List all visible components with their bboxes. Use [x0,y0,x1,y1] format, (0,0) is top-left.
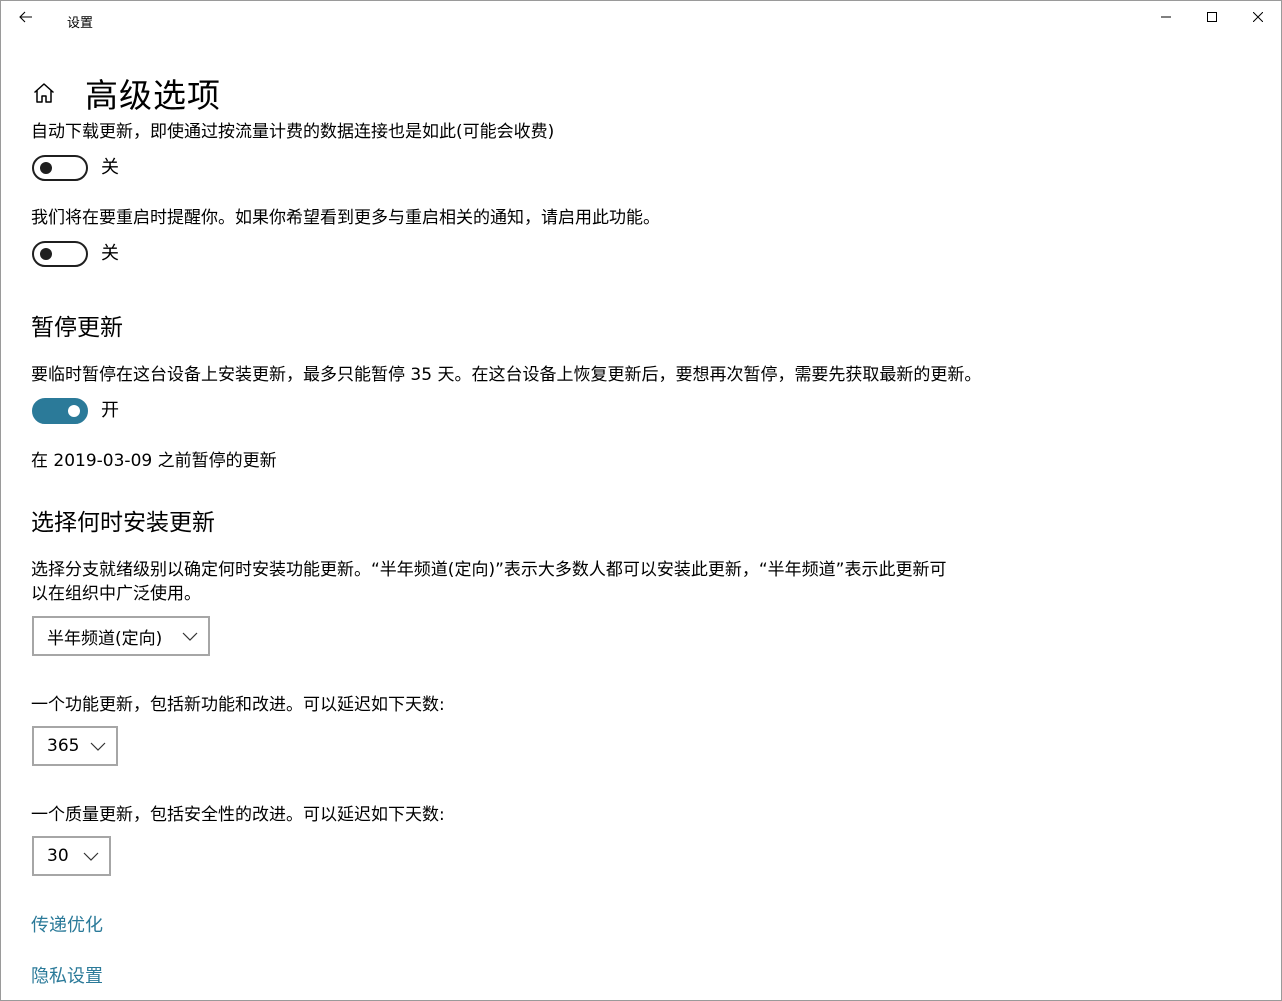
pause-status-text: 在 2019-03-09 之前暂停的更新 [31,451,277,471]
pause-updates-state: 开 [101,400,119,421]
choose-install-heading: 选择何时安装更新 [31,510,215,536]
branch-description-line2: 以在组织中广泛使用。 [31,584,201,604]
metered-download-state: 关 [101,157,119,178]
toggle-knob [40,162,52,174]
minimize-button[interactable] [1143,1,1189,33]
chevron-down-icon [83,852,99,861]
window-title: 设置 [67,16,94,31]
delivery-optimization-link[interactable]: 传递优化 [31,911,103,937]
restart-notify-label: 我们将在要重启时提醒你。如果你希望看到更多与重启相关的通知，请启用此功能。 [31,208,660,228]
branch-readiness-value: 半年频道(定向) [47,628,163,649]
quality-defer-value: 30 [47,846,69,866]
quality-update-label: 一个质量更新，包括安全性的改进。可以延迟如下天数: [31,805,445,825]
privacy-settings-link[interactable]: 隐私设置 [31,962,103,988]
home-icon[interactable] [31,80,57,106]
feature-update-label: 一个功能更新，包括新功能和改进。可以延迟如下天数: [31,695,445,715]
restart-notify-toggle[interactable] [32,241,88,267]
toggle-knob [40,248,52,260]
back-button[interactable] [9,3,43,31]
title-bar: 设置 [1,1,1281,33]
chevron-down-icon [90,742,106,751]
close-icon [1253,12,1263,22]
pause-updates-heading: 暂停更新 [31,315,123,341]
quality-defer-dropdown[interactable]: 30 [32,836,111,876]
close-button[interactable] [1235,1,1281,33]
feature-defer-value: 365 [47,736,80,756]
back-arrow-icon [19,11,32,23]
maximize-icon [1207,12,1217,22]
page-title: 高级选项 [85,76,221,115]
pause-updates-description: 要临时暂停在这台设备上安装更新，最多只能暂停 35 天。在这台设备上恢复更新后，… [31,365,982,385]
toggle-knob [68,405,80,417]
feature-defer-dropdown[interactable]: 365 [32,726,118,766]
branch-readiness-dropdown[interactable]: 半年频道(定向) [32,616,210,656]
maximize-button[interactable] [1189,1,1235,33]
restart-notify-state: 关 [101,243,119,264]
metered-download-label: 自动下载更新，即使通过按流量计费的数据连接也是如此(可能会收费) [31,122,555,142]
pause-updates-toggle[interactable] [32,398,88,424]
page-header: 高级选项 [31,71,221,115]
chevron-down-icon [182,632,198,641]
minimize-icon [1161,16,1171,18]
branch-description-line1: 选择分支就绪级别以确定何时安装功能更新。“半年频道(定向)”表示大多数人都可以安… [31,560,947,580]
settings-window: 设置 高级选项 自动下载更新，即使通过按流量计费的数据连接也是如此(可能会收费) [0,0,1282,1001]
metered-download-toggle[interactable] [32,155,88,181]
